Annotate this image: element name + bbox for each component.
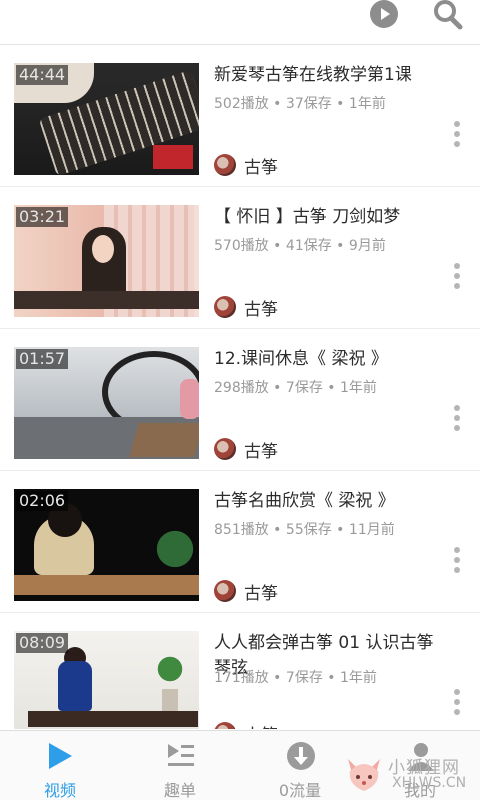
thumbnail-scene	[129, 423, 199, 457]
video-duration: 02:06	[16, 491, 69, 511]
upload-age: 1年前	[348, 96, 386, 112]
play-count: 502播放	[214, 96, 269, 112]
play-circle-icon[interactable]	[370, 0, 398, 28]
play-triangle-icon	[49, 743, 72, 769]
thumbnail-scene	[155, 509, 195, 589]
meta-separator: •	[322, 380, 340, 396]
video-item[interactable]: 02:06 古筝名曲欣赏《 梁祝 》 851播放 • 55保存 • 11月前 古…	[0, 471, 480, 613]
play-count: 570播放	[214, 238, 269, 254]
search-icon[interactable]	[432, 0, 464, 30]
fox-logo-icon	[348, 759, 380, 791]
thumbnail-scene	[152, 649, 188, 689]
upload-age: 1年前	[340, 670, 377, 686]
more-options-icon[interactable]	[452, 547, 462, 577]
tab-label: 趣单	[163, 781, 196, 800]
play-count: 298播放	[214, 380, 269, 396]
author[interactable]: 古筝	[214, 153, 278, 178]
author[interactable]: 古筝	[214, 721, 278, 729]
video-item[interactable]: 01:57 12.课间休息《 梁祝 》 298播放 • 7保存 • 1年前 古筝	[0, 329, 480, 471]
tab-video[interactable]: 视频	[0, 731, 120, 800]
author[interactable]: 古筝	[214, 437, 278, 462]
save-count: 37保存	[285, 96, 332, 112]
video-title[interactable]: 12.课间休息《 梁祝 》	[214, 347, 436, 372]
playlist-icon	[168, 744, 194, 766]
video-thumbnail[interactable]: 01:57	[14, 347, 199, 459]
author[interactable]: 古筝	[214, 295, 278, 320]
video-thumbnail[interactable]: 08:09	[14, 631, 199, 729]
watermark: 小狐狸网 XHLWS.CN	[340, 749, 480, 800]
avatar	[214, 580, 236, 602]
meta-separator: •	[268, 96, 286, 112]
meta-separator: •	[268, 522, 286, 538]
meta-separator: •	[268, 238, 286, 254]
meta-separator: •	[322, 670, 340, 686]
meta-separator: •	[268, 380, 286, 396]
video-list: 44:44 新爱琴古筝在线教学第1课 502播放 • 37保存 • 1年前 古筝…	[0, 45, 480, 729]
avatar	[214, 296, 236, 318]
author-name: 古筝	[244, 583, 278, 604]
more-options-icon[interactable]	[452, 263, 462, 293]
save-count: 7保存	[285, 380, 323, 396]
top-bar	[0, 0, 480, 45]
video-thumbnail[interactable]: 02:06	[14, 489, 199, 601]
video-meta: 570播放 • 41保存 • 9月前	[214, 235, 444, 255]
avatar	[214, 154, 236, 176]
tab-playlist[interactable]: 趣单	[120, 731, 240, 800]
thumbnail-logo	[153, 145, 193, 169]
video-meta: 171播放 • 7保存 • 1年前	[214, 667, 444, 687]
meta-separator: •	[331, 238, 349, 254]
more-options-icon[interactable]	[452, 689, 462, 719]
video-duration: 08:09	[16, 633, 69, 653]
video-item[interactable]: 03:21 【 怀旧 】古筝 刀剑如梦 570播放 • 41保存 • 9月前 古…	[0, 187, 480, 329]
bottom-nav: 视频 趣单 0流量 我的 小狐狸网 XHLWS.CN	[0, 730, 480, 800]
more-options-icon[interactable]	[452, 121, 462, 151]
video-item[interactable]: 08:09 人人都会弹古筝 01 认识古筝琴弦 171播放 • 7保存 • 1年…	[0, 613, 480, 729]
video-duration: 44:44	[16, 65, 69, 85]
video-title[interactable]: 古筝名曲欣赏《 梁祝 》	[214, 489, 436, 514]
thumbnail-scene	[14, 291, 199, 309]
author[interactable]: 古筝	[214, 579, 278, 604]
download-icon	[287, 742, 315, 770]
save-count: 55保存	[285, 522, 332, 538]
video-thumbnail[interactable]: 03:21	[14, 205, 199, 317]
watermark-sub: XHLWS.CN	[392, 775, 467, 791]
video-duration: 03:21	[16, 207, 69, 227]
tab-label: 视频	[43, 781, 76, 800]
play-count: 851播放	[214, 522, 269, 538]
thumbnail-scene	[180, 379, 199, 419]
meta-separator: •	[331, 522, 349, 538]
avatar	[214, 438, 236, 460]
video-title[interactable]: 【 怀旧 】古筝 刀剑如梦	[214, 205, 436, 230]
save-count: 41保存	[285, 238, 332, 254]
author-name: 古筝	[244, 157, 278, 178]
author-name: 古筝	[244, 721, 278, 730]
save-count: 7保存	[285, 670, 323, 686]
author-name: 古筝	[244, 441, 278, 462]
video-duration: 01:57	[16, 349, 69, 369]
video-meta: 298播放 • 7保存 • 1年前	[214, 377, 444, 397]
thumbnail-scene	[162, 689, 178, 713]
meta-separator: •	[331, 96, 349, 112]
app-screen: 44:44 新爱琴古筝在线教学第1课 502播放 • 37保存 • 1年前 古筝…	[0, 0, 480, 800]
video-title[interactable]: 新爱琴古筝在线教学第1课	[214, 63, 436, 88]
video-item[interactable]: 44:44 新爱琴古筝在线教学第1课 502播放 • 37保存 • 1年前 古筝	[0, 45, 480, 187]
author-name: 古筝	[244, 299, 278, 320]
thumbnail-scene	[92, 235, 114, 263]
thumbnail-scene	[28, 711, 198, 727]
video-meta: 502播放 • 37保存 • 1年前	[214, 93, 444, 113]
meta-separator: •	[268, 670, 286, 686]
more-options-icon[interactable]	[452, 405, 462, 435]
upload-age: 11月前	[348, 522, 395, 538]
play-count: 171播放	[214, 670, 269, 686]
upload-age: 9月前	[348, 238, 386, 254]
thumbnail-scene	[58, 661, 92, 711]
avatar	[214, 722, 236, 729]
video-thumbnail[interactable]: 44:44	[14, 63, 199, 175]
video-meta: 851播放 • 55保存 • 11月前	[214, 519, 444, 539]
upload-age: 1年前	[340, 380, 377, 396]
